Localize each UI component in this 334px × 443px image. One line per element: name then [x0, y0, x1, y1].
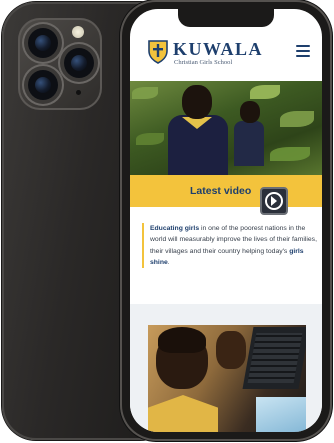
camera-lens-icon	[64, 48, 94, 78]
phone-screen: KUWALA Christian Girls School Latest vid…	[130, 9, 322, 432]
intro-paragraph: Educating girls in one of the poorest na…	[142, 223, 320, 269]
microphone-icon	[76, 90, 81, 95]
student-photo	[148, 325, 306, 432]
intro-end: .	[167, 258, 170, 266]
phone-front: KUWALA Christian Girls School Latest vid…	[120, 0, 332, 441]
latest-video-label[interactable]: Latest video	[190, 185, 251, 197]
camera-module	[18, 18, 102, 110]
notch	[178, 9, 274, 27]
site-header: KUWALA Christian Girls School	[130, 31, 322, 79]
brand-name[interactable]: KUWALA	[173, 39, 263, 60]
camera-lens-icon	[28, 28, 58, 58]
latest-video-banner[interactable]: Latest video	[130, 175, 322, 215]
hero-image	[130, 81, 322, 175]
school-crest-icon[interactable]	[147, 39, 169, 64]
intro-lead: Educating girls	[150, 225, 200, 232]
hamburger-menu-icon[interactable]	[296, 45, 310, 57]
camera-lens-icon	[28, 70, 58, 100]
play-icon[interactable]	[260, 187, 288, 215]
brand-tagline: Christian Girls School	[174, 59, 233, 66]
flash-icon	[72, 26, 84, 38]
